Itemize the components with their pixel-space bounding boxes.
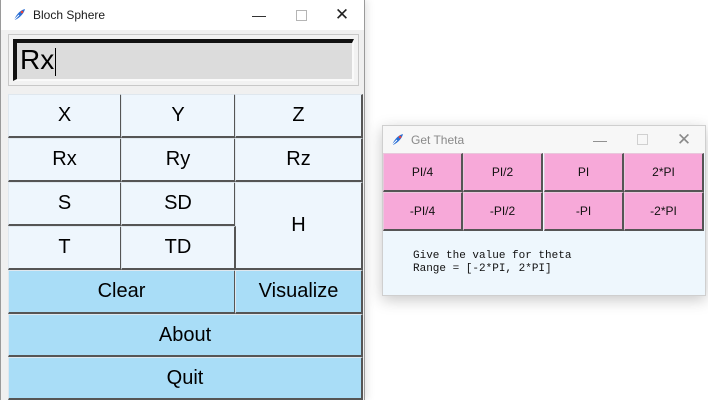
sd-gate-button[interactable]: SD	[121, 182, 236, 226]
rz-gate-button[interactable]: Rz	[235, 138, 363, 182]
y-gate-button[interactable]: Y	[121, 94, 236, 138]
gate-entry-value: Rx	[20, 44, 55, 75]
gate-entry-field[interactable]: Rx	[13, 39, 354, 81]
about-button[interactable]: About	[8, 314, 363, 357]
close-icon[interactable]: ✕	[663, 126, 705, 153]
minimize-icon[interactable]: —	[237, 0, 281, 30]
feather-app-icon	[13, 9, 25, 21]
gate-entry-frame: Rx	[8, 34, 359, 86]
visualize-button[interactable]: Visualize	[235, 270, 363, 314]
clear-button[interactable]: Clear	[8, 270, 236, 314]
theta-neg-pi-button[interactable]: -PI	[544, 192, 624, 231]
t-gate-button[interactable]: T	[8, 226, 122, 270]
theta-instructions: Give the value for theta Range = [-2*PI, …	[413, 250, 571, 276]
theta-neg-pi-over-4-button[interactable]: -PI/4	[383, 192, 463, 231]
rx-gate-button[interactable]: Rx	[8, 138, 122, 182]
text-caret	[55, 47, 57, 76]
td-gate-button[interactable]: TD	[121, 226, 236, 270]
theta-range-line: Range = [-2*PI, 2*PI]	[413, 263, 552, 275]
s-gate-button[interactable]: S	[8, 182, 122, 226]
theta-pi-over-2-button[interactable]: PI/2	[463, 153, 543, 192]
h-gate-button[interactable]: H	[235, 182, 363, 270]
title-bar[interactable]: Bloch Sphere — ✕	[1, 0, 364, 30]
theta-pi-button[interactable]: PI	[544, 153, 624, 192]
theta-title-bar[interactable]: Get Theta — ✕	[383, 126, 705, 153]
theta-pi-over-4-button[interactable]: PI/4	[383, 153, 463, 192]
get-theta-window: Get Theta — ✕ PI/4 PI/2 PI 2*PI -PI/4 -P…	[382, 125, 706, 296]
bloch-sphere-window: Bloch Sphere — ✕ Rx X Y Z Rx Ry Rz S SD …	[0, 0, 365, 400]
x-gate-button[interactable]: X	[8, 94, 122, 138]
theta-neg-2pi-button[interactable]: -2*PI	[624, 192, 704, 231]
theta-window-title: Get Theta	[411, 132, 465, 147]
feather-app-icon	[391, 133, 403, 145]
ry-gate-button[interactable]: Ry	[121, 138, 236, 182]
theta-neg-pi-over-2-button[interactable]: -PI/2	[463, 192, 543, 231]
close-icon[interactable]: ✕	[320, 0, 364, 30]
maximize-icon[interactable]	[621, 126, 663, 153]
theta-instruction-line: Give the value for theta	[413, 250, 572, 262]
minimize-icon[interactable]: —	[579, 126, 621, 153]
quit-button[interactable]: Quit	[8, 357, 363, 400]
z-gate-button[interactable]: Z	[235, 94, 363, 138]
theta-2pi-button[interactable]: 2*PI	[624, 153, 704, 192]
window-title: Bloch Sphere	[33, 8, 106, 22]
maximize-icon[interactable]	[279, 0, 323, 30]
